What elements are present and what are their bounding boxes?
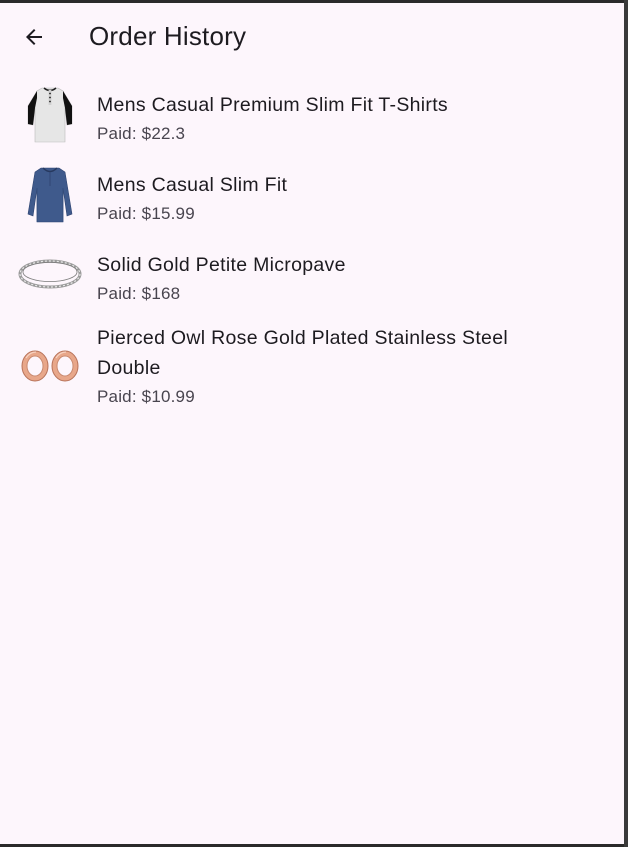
order-list-item[interactable]: Pierced Owl Rose Gold Plated Stainless S… [0, 313, 624, 419]
window-edge [624, 0, 628, 847]
order-text: Mens Casual Premium Slim Fit T-Shirts Pa… [97, 90, 564, 148]
order-list-item[interactable]: Mens Casual Slim Fit Paid: $15.99 [0, 155, 624, 235]
order-text: Mens Casual Slim Fit Paid: $15.99 [97, 170, 564, 228]
page-title: Order History [89, 21, 247, 51]
order-text: Pierced Owl Rose Gold Plated Stainless S… [97, 323, 564, 411]
app-bar: Order History [0, 3, 624, 73]
bangle-bracelet-icon [18, 259, 82, 289]
order-history-screen: Order History Mens Casual Premium Slim F… [0, 3, 624, 844]
product-thumbnail [18, 83, 82, 145]
product-thumbnail [18, 163, 82, 225]
paid-amount: Paid: $15.99 [97, 204, 195, 223]
tshirt-raglan-icon [27, 87, 73, 143]
longsleeve-shirt-icon [27, 167, 73, 223]
order-list-item[interactable]: Mens Casual Premium Slim Fit T-Shirts Pa… [0, 75, 624, 155]
arrow-left-icon [26, 29, 42, 45]
order-list-item[interactable]: Solid Gold Petite Micropave Paid: $168 [0, 235, 624, 313]
product-name: Mens Casual Slim Fit [97, 174, 288, 196]
product-thumbnail [18, 335, 82, 397]
paid-amount: Paid: $168 [97, 284, 181, 303]
paid-amount: Paid: $22.3 [97, 124, 186, 143]
product-thumbnail [18, 243, 82, 305]
product-name: Pierced Owl Rose Gold Plated Stainless S… [97, 327, 508, 379]
product-name: Mens Casual Premium Slim Fit T-Shirts [97, 94, 448, 116]
rose-gold-plugs-icon [21, 350, 79, 382]
back-button[interactable] [14, 17, 54, 57]
paid-amount: Paid: $10.99 [97, 387, 195, 406]
order-list: Mens Casual Premium Slim Fit T-Shirts Pa… [0, 75, 624, 419]
order-text: Solid Gold Petite Micropave Paid: $168 [97, 250, 564, 308]
product-name: Solid Gold Petite Micropave [97, 254, 346, 276]
